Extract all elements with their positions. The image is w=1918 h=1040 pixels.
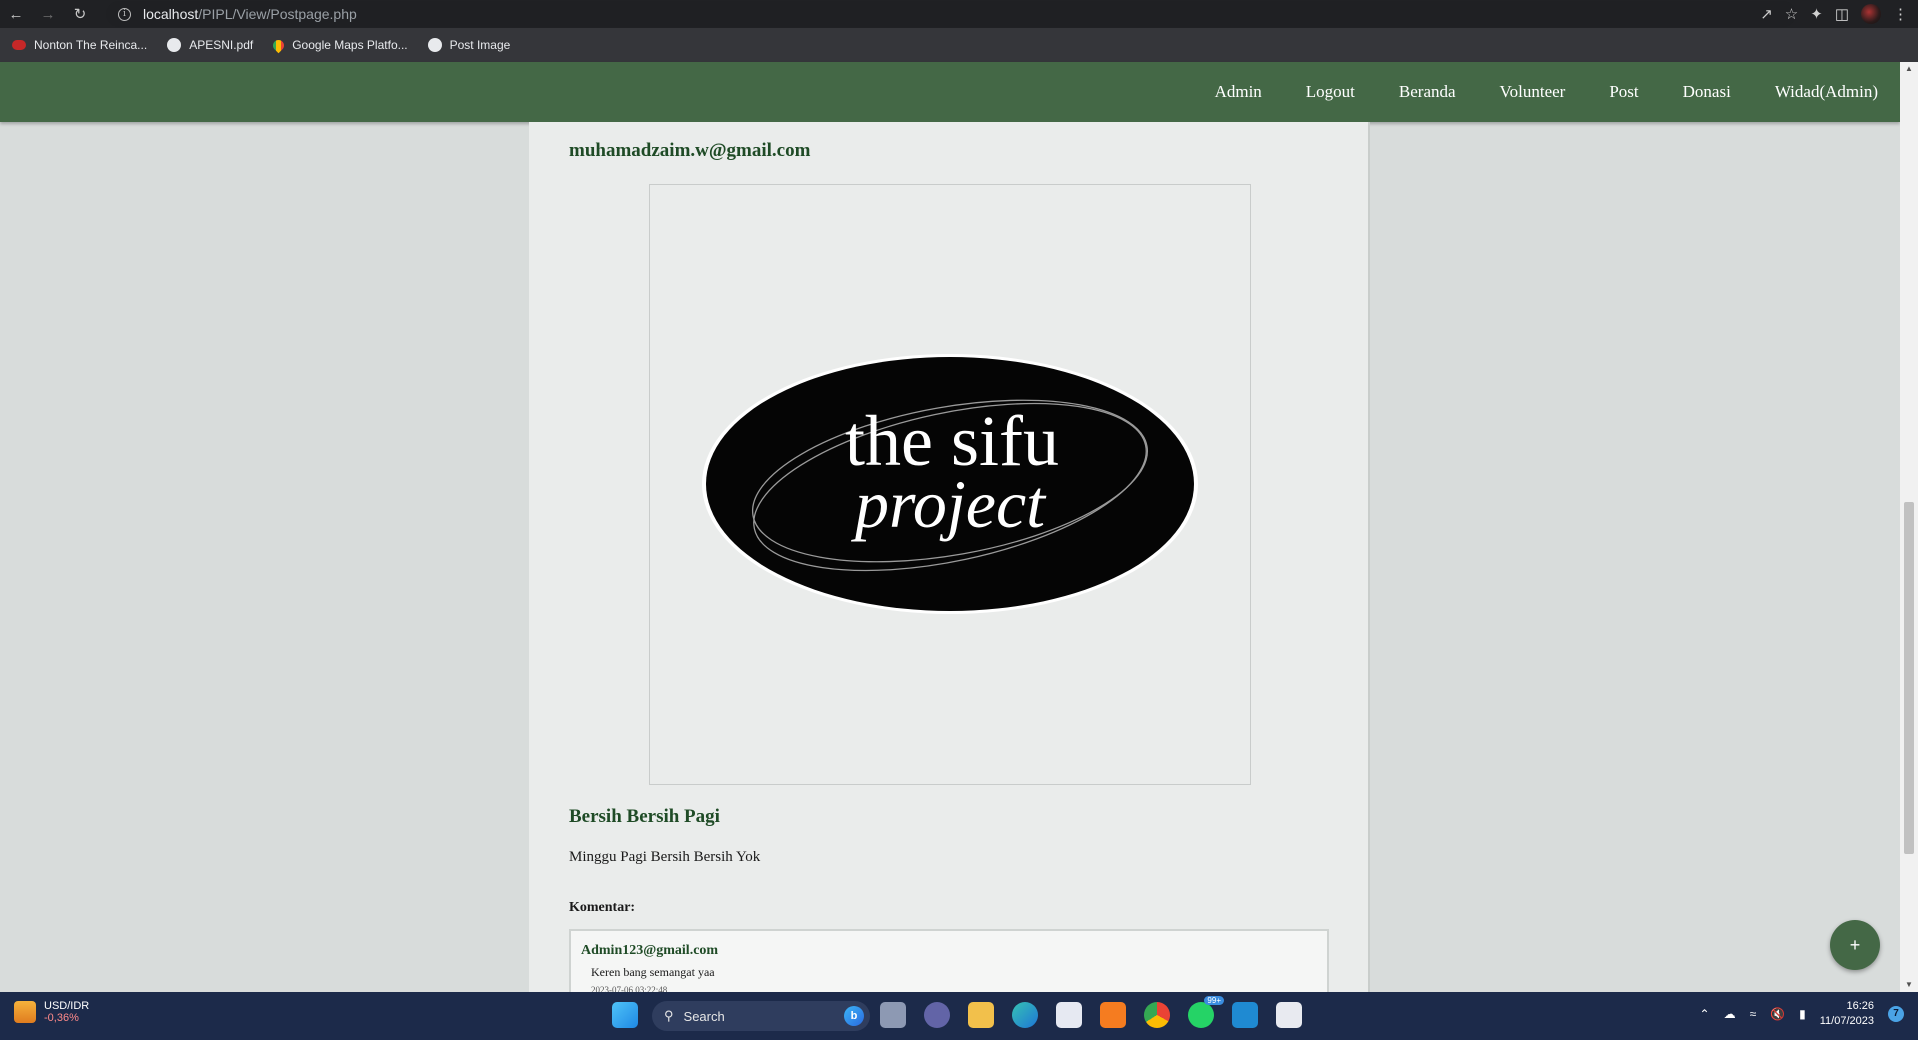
globe-icon: [427, 38, 442, 52]
snipping-tool-icon[interactable]: [1276, 1002, 1302, 1028]
url-text[interactable]: localhost/PIPL/View/Postpage.php: [143, 6, 357, 22]
bookmark-star-icon[interactable]: ☆: [1785, 5, 1798, 23]
windows-taskbar: USD/IDR -0,36% ⚲ Search b 99+ ⌃ ☁ ≈ 🔇 ▮ …: [0, 992, 1918, 1040]
ticker-name: USD/IDR: [44, 1000, 90, 1012]
bookmark-label: Nonton The Reinca...: [34, 38, 148, 52]
notification-badge[interactable]: 7: [1888, 1006, 1904, 1022]
stock-widget[interactable]: USD/IDR -0,36%: [14, 1000, 89, 1024]
side-panel-icon[interactable]: ◫: [1835, 5, 1849, 23]
bookmarks-bar: Nonton The Reinca... APESNI.pdf Google M…: [0, 28, 1918, 62]
taskbar-search[interactable]: ⚲ Search b: [652, 1001, 870, 1031]
chevron-up-icon[interactable]: ⌃: [1700, 1007, 1710, 1021]
globe-icon: [167, 38, 182, 52]
onedrive-icon[interactable]: ☁: [1724, 1007, 1736, 1021]
comment-author: Admin123@gmail.com: [581, 943, 719, 958]
ticker-change: -0,36%: [44, 1012, 79, 1024]
reload-icon[interactable]: ↻: [64, 0, 96, 28]
nav-item-post[interactable]: Post: [1609, 82, 1638, 102]
system-tray: ⌃ ☁ ≈ 🔇 ▮ 16:26 11/07/2023 7: [1700, 999, 1904, 1029]
profile-avatar[interactable]: [1861, 4, 1881, 24]
menu-kebab-icon[interactable]: ⋮: [1893, 5, 1908, 23]
store-icon[interactable]: [1056, 1002, 1082, 1028]
post-title: Bersih Bersih Pagi: [569, 806, 720, 827]
teams-icon[interactable]: [924, 1002, 950, 1028]
share-icon[interactable]: ↗: [1760, 5, 1773, 23]
post-content: muhamadzaim.w@gmail.com the sifu project…: [529, 122, 1370, 999]
clock-time: 16:26: [1846, 1000, 1874, 1012]
site-info-icon[interactable]: i: [118, 7, 131, 21]
logo-line2: project: [851, 466, 1047, 542]
xampp-icon[interactable]: [1100, 1002, 1126, 1028]
bookmark-item[interactable]: Nonton The Reinca...: [12, 38, 147, 52]
url-path: /PIPL/View/Postpage.php: [198, 6, 357, 22]
post-author: muhamadzaim.w@gmail.com: [569, 140, 811, 161]
forward-arrow-icon[interactable]: →: [32, 0, 64, 28]
toolbar-actions: ↗ ☆ ✦ ◫ ⋮: [1760, 4, 1908, 24]
search-icon: ⚲: [664, 1008, 674, 1023]
back-arrow-icon[interactable]: ←: [0, 0, 32, 28]
maps-pin-icon: [270, 37, 287, 53]
page-scrollbar[interactable]: ▲ ▼: [1900, 62, 1918, 992]
whatsapp-icon[interactable]: 99+: [1188, 996, 1224, 1028]
chrome-icon[interactable]: [1144, 1002, 1170, 1028]
add-post-button[interactable]: +: [1830, 920, 1880, 970]
bookmark-label: APESNI.pdf: [189, 38, 254, 52]
scroll-thumb[interactable]: [1904, 502, 1914, 854]
bookmark-item[interactable]: APESNI.pdf: [167, 38, 253, 52]
nav-item-donasi[interactable]: Donasi: [1683, 82, 1731, 102]
comments-label: Komentar:: [569, 900, 636, 915]
volume-muted-icon[interactable]: 🔇: [1770, 1007, 1785, 1021]
file-explorer-icon[interactable]: [968, 1002, 994, 1028]
search-placeholder: Search: [683, 1008, 725, 1024]
nav-item-logout[interactable]: Logout: [1306, 82, 1355, 102]
nav-item-admin[interactable]: Admin: [1215, 82, 1262, 102]
extensions-icon[interactable]: ✦: [1810, 5, 1823, 23]
browser-toolbar: ← → ↻ i localhost/PIPL/View/Postpage.php…: [0, 0, 1918, 28]
scroll-down-arrow-icon[interactable]: ▼: [1904, 980, 1914, 990]
netflix-icon: [12, 40, 26, 50]
battery-icon[interactable]: ▮: [1799, 1007, 1806, 1021]
clock-date: 11/07/2023: [1819, 1015, 1874, 1027]
bing-icon[interactable]: b: [844, 1006, 864, 1026]
edge-icon[interactable]: [1012, 1002, 1038, 1028]
bookmark-label: Post Image: [449, 38, 511, 52]
scroll-up-arrow-icon[interactable]: ▲: [1904, 64, 1914, 74]
comment-item: Admin123@gmail.com Keren bang semangat y…: [569, 929, 1329, 999]
comment-text: Keren bang semangat yaa: [591, 965, 715, 979]
vscode-icon[interactable]: [1232, 1002, 1258, 1028]
whatsapp-badge: 99+: [1204, 996, 1224, 1005]
url-host: localhost: [143, 6, 199, 22]
task-view-icon[interactable]: [880, 1002, 906, 1028]
post-image: the sifu project: [649, 184, 1251, 785]
bookmark-label: Google Maps Platfo...: [292, 38, 408, 52]
address-bar[interactable]: i localhost/PIPL/View/Postpage.php: [106, 1, 1796, 27]
nav-item-user[interactable]: Widad(Admin): [1775, 82, 1878, 102]
windows-start-icon[interactable]: [612, 1002, 638, 1028]
wifi-icon[interactable]: ≈: [1750, 1007, 1757, 1021]
bookmark-item[interactable]: Post Image: [427, 38, 511, 52]
clock[interactable]: 16:26 11/07/2023: [1820, 999, 1874, 1029]
nav-item-volunteer[interactable]: Volunteer: [1500, 82, 1566, 102]
app-navbar: Admin Logout Beranda Volunteer Post Dona…: [0, 62, 1900, 122]
sifu-project-logo: the sifu project: [702, 354, 1198, 614]
post-description: Minggu Pagi Bersih Bersih Yok: [569, 849, 761, 865]
bookmark-item[interactable]: Google Maps Platfo...: [270, 37, 408, 53]
nav-item-beranda[interactable]: Beranda: [1399, 82, 1456, 102]
stock-chart-icon: [14, 1001, 36, 1023]
